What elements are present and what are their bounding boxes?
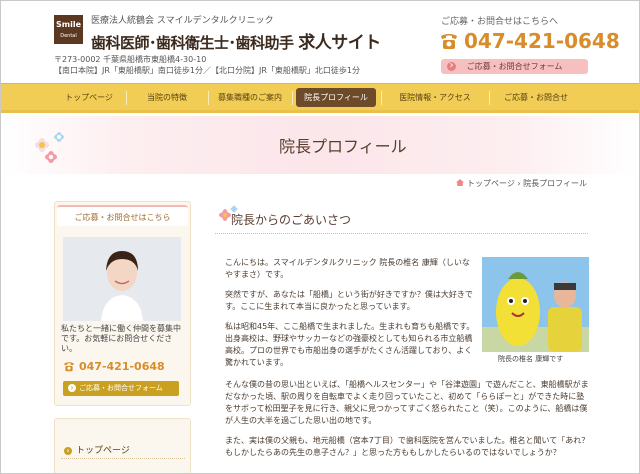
header-phone-number: 047-421-0648 <box>464 29 620 53</box>
sidebar-item-top[interactable]: トップページ <box>64 443 130 456</box>
nav-divider <box>489 91 490 105</box>
nav-item-clinic-info[interactable]: 医院情報・アクセス <box>383 84 487 111</box>
staff-photo <box>63 237 181 321</box>
clinic-logo[interactable]: Smile Dental Clinic <box>54 15 83 50</box>
heading-underline <box>215 233 588 234</box>
nav-divider <box>208 91 209 105</box>
breadcrumb-text[interactable]: トップページ › 院長プロフィール <box>467 179 587 188</box>
sidebar-divider <box>61 458 185 459</box>
global-nav: トップページ 当院の特徴 募集職種のご案内 院長プロフィール 医院情報・アクセス… <box>1 83 639 113</box>
director-photo <box>482 257 589 352</box>
page-frame: Smile Dental Clinic 医療法人統鶴会 スマイルデンタルクリニッ… <box>0 0 640 474</box>
address-line-2: 【南口本院】JR「東船橋駅」南口徒歩1分／【北口分院】JR「東船橋駅」北口徒歩1… <box>54 66 361 75</box>
headline-recruit: 求人サイト <box>298 33 381 53</box>
clinic-address: 〒273-0002 千葉県船橋市東船橋4-30-10 【南口本院】JR「東船橋駅… <box>54 54 360 76</box>
paragraph-4: そんな僕の昔の思い出といえば、「船橋ヘルスセンター」や「谷津遊園」で遊んだこと、… <box>225 380 589 425</box>
nav-divider <box>292 91 293 105</box>
header-phone[interactable]: 047-421-0648 <box>439 29 620 53</box>
sidebar-recruit-text: 私たちと一緒に働く仲間を募集中です。お気軽にお問合せください。 <box>61 324 181 353</box>
contact-label: ご応募・お問合せはこちらへ <box>441 17 559 27</box>
paragraph-3: 私は昭和45年、ここ船橋で生まれました。生まれも育ちも船橋です。出身高校は、野球… <box>225 322 475 367</box>
address-line-1: 〒273-0002 千葉県船橋市東船橋4-30-10 <box>54 55 207 64</box>
site-header: Smile Dental Clinic 医療法人統鶴会 スマイルデンタルクリニッ… <box>1 1 639 83</box>
nav-divider <box>381 91 382 105</box>
nav-divider <box>126 91 127 105</box>
greeting-heading: 院長からのごあいさつ <box>231 213 352 227</box>
nav-item-positions[interactable]: 募集職種のご案内 <box>210 84 290 111</box>
logo-sub: Dental Clinic <box>60 33 77 50</box>
headline-jobs: 歯科医師･歯科衛生士･歯科助手 <box>91 34 294 52</box>
sidebar-contact-form-button[interactable]: ご応募・お問合せフォーム <box>63 381 179 396</box>
nav-item-features[interactable]: 当院の特徴 <box>128 84 206 111</box>
logo-word: Smile <box>55 20 81 29</box>
nav-item-top[interactable]: トップページ <box>54 84 124 111</box>
sidebar-phone-number: 047-421-0648 <box>79 360 165 373</box>
breadcrumb: トップページ › 院長プロフィール <box>456 178 587 189</box>
paragraph-2: 突然ですが、あなたは「船橋」という街が好きですか？僕は大好きです。ここに生まれて… <box>225 290 473 311</box>
sidebar-contact-heading: ご応募・お問合せはこちら <box>57 205 188 226</box>
site-headline: 歯科医師･歯科衛生士･歯科助手 求人サイト <box>91 28 381 53</box>
staff-portrait-image <box>63 237 181 321</box>
phone-icon <box>441 34 457 49</box>
paragraph-5: また、実は僕の父親も、地元船橋（宮本7丁目）で歯科医院を営んでいました。椎名と聞… <box>225 436 590 457</box>
page-title: 院長プロフィール <box>279 137 407 156</box>
home-icon <box>456 179 464 186</box>
director-with-mascot-image <box>482 257 589 352</box>
paragraph-1: こんにちは。スマイルデンタルクリニック 院長の椎名 康輝（しいなやすまさ）です。 <box>225 258 470 279</box>
nav-item-director-profile[interactable]: 院長プロフィール <box>296 88 376 107</box>
flower-decoration-icon <box>35 132 64 163</box>
director-photo-caption: 院長の椎名 康輝です <box>498 355 564 363</box>
nav-item-contact[interactable]: ご応募・お問合せ <box>491 84 581 111</box>
corporation-name: 医療法人統鶴会 スマイルデンタルクリニック <box>91 16 274 26</box>
phone-icon <box>64 362 74 372</box>
header-contact-form-button[interactable]: ご応募・お問合せフォーム <box>441 59 588 74</box>
sidebar-phone[interactable]: 047-421-0648 <box>63 360 165 373</box>
